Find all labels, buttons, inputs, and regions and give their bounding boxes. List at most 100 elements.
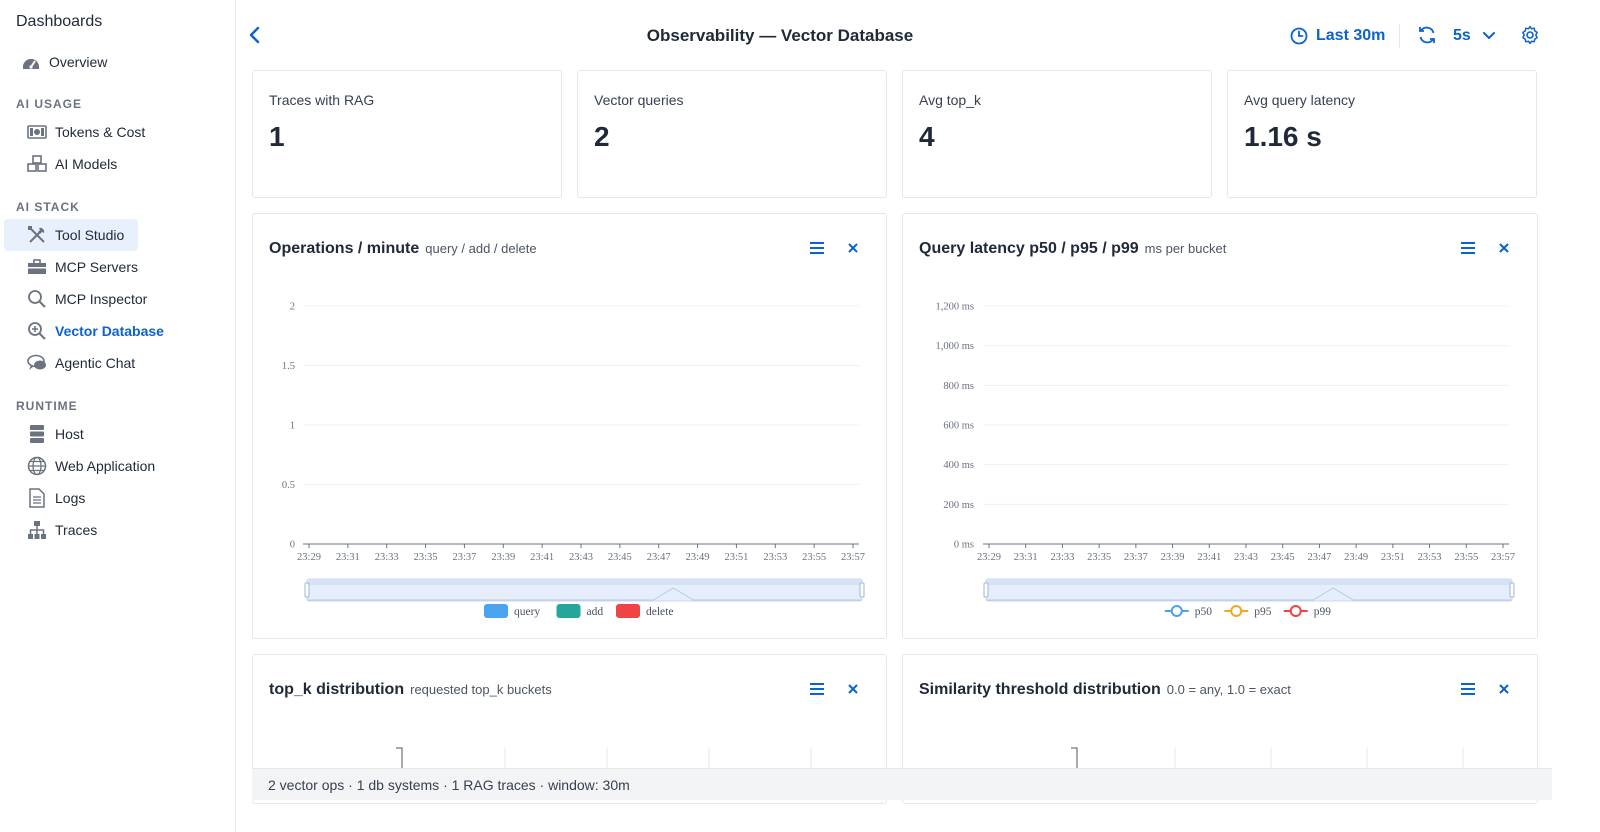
panel-close-button[interactable] [1497, 241, 1513, 257]
zoom-handle-left [983, 582, 989, 598]
sidebar-item-ai-models[interactable]: AI Models [4, 148, 131, 180]
sidebar-item-label: Web Application [55, 458, 156, 474]
sidebar-item-label: Agentic Chat [55, 355, 136, 371]
x-tick-label: 23:39 [491, 552, 515, 563]
sidebar-item-agentic-chat[interactable]: Agentic Chat [4, 347, 149, 379]
legend-item-add[interactable]: add [556, 604, 604, 618]
sidebar-item-web-application[interactable]: Web Application [4, 450, 169, 482]
x-tick-label: 23:57 [1491, 552, 1515, 563]
panel-title: Operations / minute query / add / delete [269, 240, 537, 258]
chevron-left-icon [249, 26, 260, 44]
legend-item-p50[interactable]: p50 [1164, 605, 1213, 618]
panel-menu-button[interactable] [809, 241, 827, 257]
section-runtime: RUNTIME [16, 399, 78, 413]
x-tick-label: 23:47 [1307, 552, 1331, 563]
gauge-icon [20, 51, 42, 73]
panel-operations-per-minute: 0 0.5 1 1.5 2 23:29 23:31 23:33 23:35 23:37 23:39 2… [252, 213, 887, 639]
legend-item-query[interactable]: query [484, 604, 540, 618]
document-icon [26, 487, 48, 509]
x-tick-label: 23:35 [1087, 552, 1111, 563]
zoom-top-band [307, 579, 862, 585]
legend-swatch [616, 604, 640, 618]
stat-label: Avg top_k [919, 92, 982, 108]
zoom-slider[interactable] [983, 578, 1515, 602]
footer-summary: 2 vector ops · 1 db systems · 1 RAG trac… [268, 776, 630, 793]
sidebar-item-logs[interactable]: Logs [4, 482, 99, 514]
x-tick-label: 23:45 [608, 552, 632, 563]
x-tick-label: 23:55 [1454, 552, 1478, 563]
back-button[interactable] [244, 24, 266, 46]
settings-button[interactable] [1520, 25, 1542, 47]
panel-subtitle: query / add / delete [425, 241, 537, 256]
sidebar-item-traces[interactable]: Traces [4, 514, 111, 546]
legend-label: query [514, 606, 540, 618]
stat-label: Avg query latency [1244, 92, 1356, 108]
sidebar-item-tokens-cost[interactable]: Tokens & Cost [4, 116, 159, 148]
zoom-handle-left [304, 582, 310, 598]
sidebar-item-label: AI Models [55, 156, 118, 172]
legend-label: p50 [1195, 606, 1213, 618]
y-tick-label: 0.5 [282, 480, 295, 491]
stat-label: Vector queries [594, 92, 684, 108]
stat-value: 1 [269, 121, 285, 152]
x-tick-label: 23:41 [530, 552, 554, 563]
x-tick-label: 23:37 [1124, 552, 1148, 563]
time-range-picker[interactable]: Last 30m [1290, 24, 1385, 48]
x-tick-label: 23:37 [452, 552, 476, 563]
x-tick-label: 23:45 [1271, 552, 1295, 563]
y-tick-label: 600 ms [943, 421, 974, 432]
refresh-interval-select[interactable]: 5s [1453, 24, 1495, 48]
y-tick-label: 800 ms [943, 381, 974, 392]
time-range-label: Last 30m [1316, 27, 1386, 44]
y-tick-label: 0 [290, 540, 295, 551]
y-tick-label: 2 [290, 302, 295, 313]
header-divider [1399, 24, 1400, 48]
clock-icon [1290, 27, 1308, 45]
zoom-handle-right [1509, 582, 1515, 598]
legend-marker [1289, 605, 1302, 617]
x-tick-label: 23:33 [375, 552, 399, 563]
x-tick-label: 23:35 [414, 552, 438, 563]
refresh-button[interactable] [1417, 25, 1439, 47]
x-tick-label: 23:31 [1014, 552, 1038, 563]
sidebar-title: Dashboards [16, 13, 103, 30]
legend-item-p95[interactable]: p95 [1224, 605, 1272, 618]
sidebar-item-label: Logs [55, 490, 86, 506]
panel-menu-button[interactable] [1460, 241, 1478, 257]
y-tick-label: 1,200 ms [935, 302, 974, 313]
stat-value: 1.16 s [1244, 121, 1322, 152]
chat-icon [26, 352, 48, 374]
latency-chart: 0 ms 200 ms 400 ms 600 ms 800 ms 1,000 ms 1,20… [935, 302, 1515, 619]
stat-label: Traces with RAG [269, 92, 375, 108]
panel-title: Query latency p50 / p95 / p99 ms per buck… [919, 240, 1226, 258]
refresh-interval-label: 5s [1453, 27, 1471, 44]
legend-item-p99[interactable]: p99 [1283, 605, 1332, 618]
chevron-down-icon [1482, 32, 1495, 39]
status-footer: 2 vector ops · 1 db systems · 1 RAG trac… [252, 768, 1552, 800]
sidebar-item-label: Overview [49, 54, 108, 70]
sidebar-item-mcp-inspector[interactable]: MCP Inspector [4, 283, 161, 315]
panel-close-button[interactable] [846, 241, 862, 257]
zoom-in-icon [26, 320, 48, 342]
legend-marker [1170, 605, 1183, 617]
gear-icon [1522, 25, 1538, 45]
section-ai-usage: AI USAGE [16, 97, 83, 111]
x-tick-label: 23:31 [336, 552, 360, 563]
sidebar-item-host[interactable]: Host [4, 418, 98, 450]
sidebar-item-tool-studio[interactable]: Tool Studio [4, 219, 139, 251]
sidebar-item-label: Tool Studio [55, 227, 125, 243]
sidebar-item-vector-database[interactable]: Vector Database [4, 315, 178, 347]
zoom-top-band [986, 579, 1512, 585]
sidebar-item-label: Traces [55, 522, 98, 538]
stat-value: 4 [919, 121, 935, 152]
y-tick-label: 1 [290, 421, 295, 432]
toolbox-icon [26, 256, 48, 278]
x-tick-label: 23:29 [297, 552, 321, 563]
legend-swatch [556, 604, 581, 618]
sitemap-icon [26, 519, 48, 541]
legend-label: p95 [1254, 606, 1272, 618]
legend-item-delete[interactable]: delete [616, 604, 673, 618]
sidebar-item-overview[interactable]: Overview [4, 46, 121, 78]
zoom-slider[interactable] [304, 578, 865, 602]
sidebar-item-mcp-servers[interactable]: MCP Servers [4, 251, 152, 283]
